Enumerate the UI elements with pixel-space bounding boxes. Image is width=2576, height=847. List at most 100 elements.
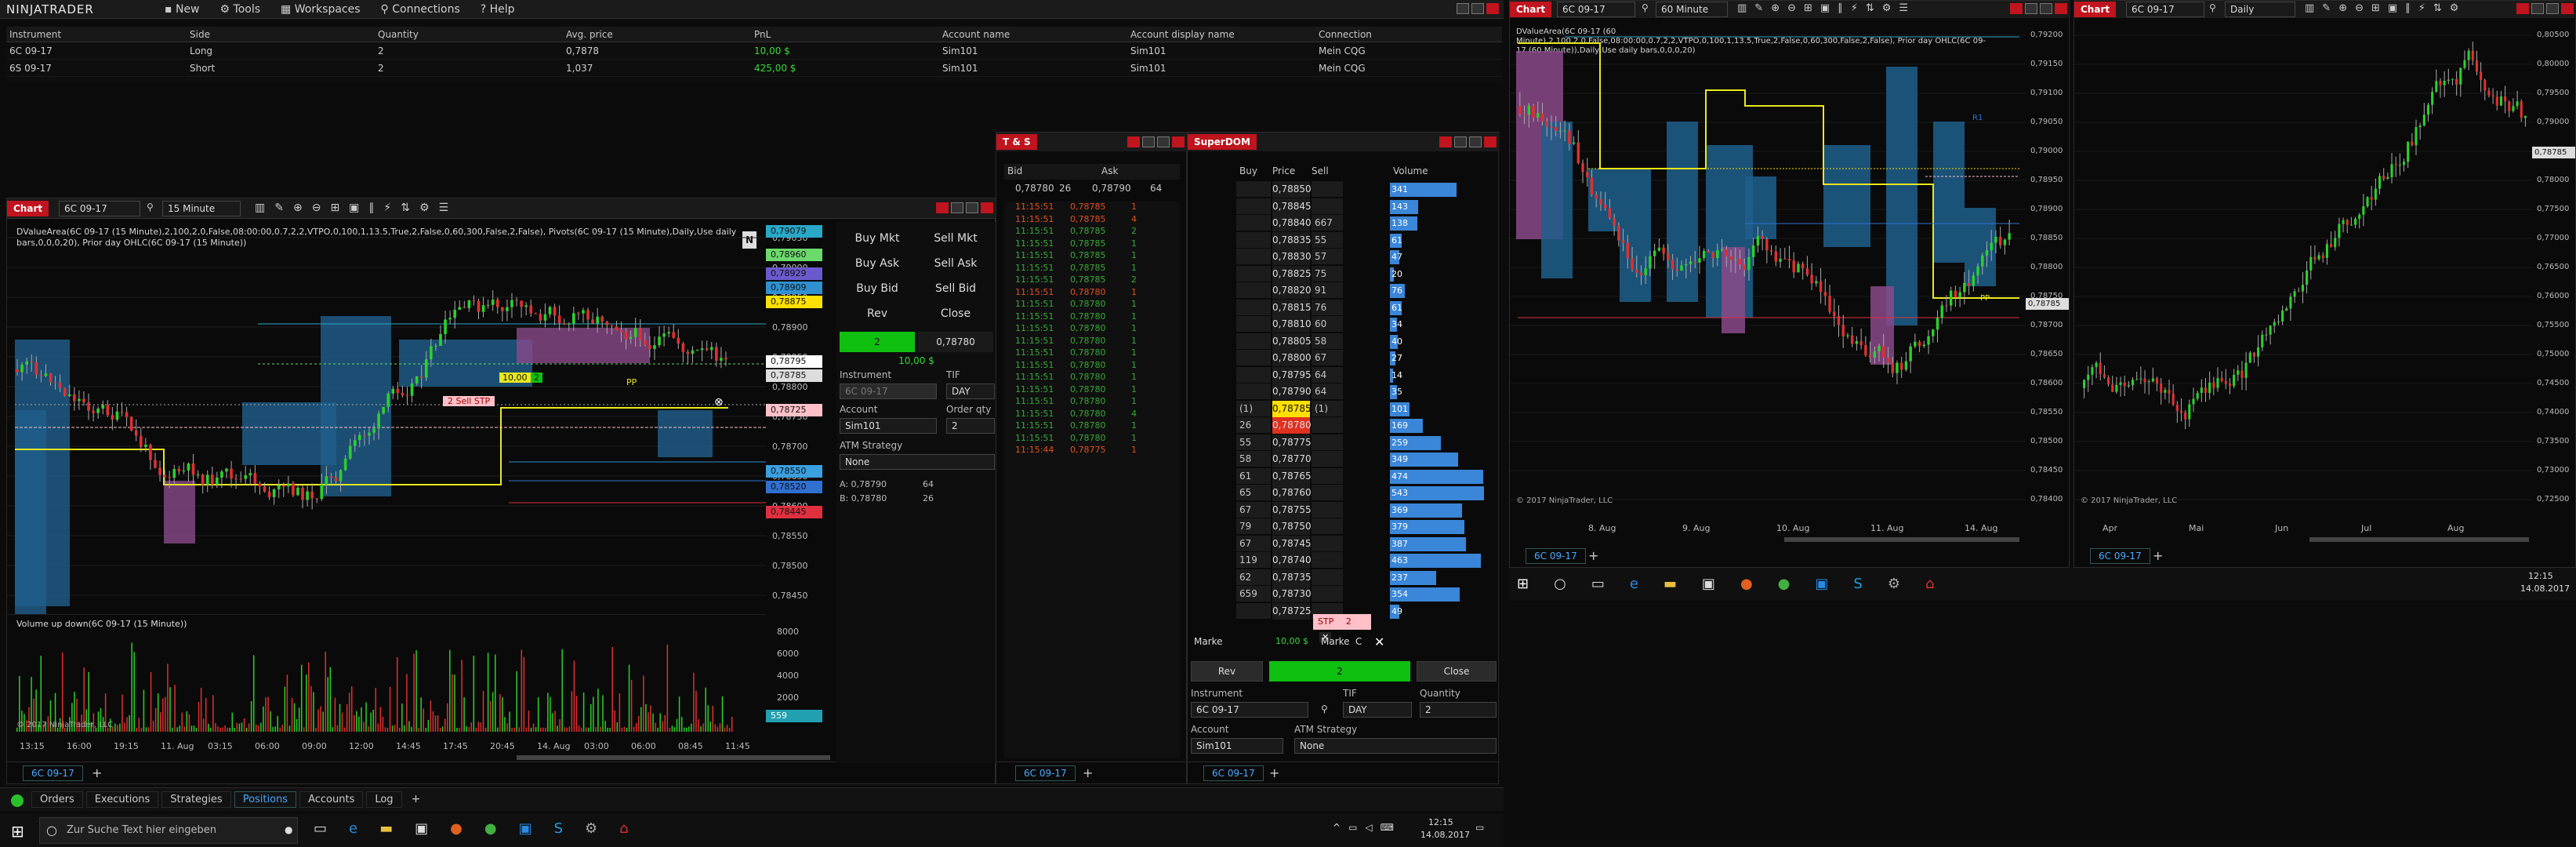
indicators-icon[interactable]: ∥ [2405,2,2411,14]
dom-sell-cell[interactable]: 55 [1312,231,1343,249]
tab-positions[interactable]: Positions [234,791,297,808]
close-icon[interactable] [981,202,993,213]
dom-buy-cell[interactable] [1236,265,1271,282]
maximize-icon[interactable] [1127,136,1140,147]
maximize-icon[interactable] [1439,136,1452,147]
tab-orders[interactable]: Orders [31,791,83,808]
skype-icon[interactable]: S [554,820,563,837]
add-tab-icon[interactable]: + [2153,548,2163,563]
dom-buy-cell[interactable]: 62 [1236,569,1271,586]
dom-buy-cell[interactable] [1236,231,1271,249]
account-select[interactable]: Sim101 [840,418,937,434]
restore-icon[interactable] [1469,136,1482,147]
bar-type-icon[interactable]: ▥ [255,202,265,214]
dom-buy-cell[interactable]: 79 [1236,518,1271,535]
restore-icon[interactable] [2546,3,2559,14]
table-row[interactable]: 6C 09-17 Long 2 0,7878 10,00 $ Sim101 Sim101 Me… [6,42,1502,60]
tab-accounts[interactable]: Accounts [299,791,364,808]
task-view-icon[interactable]: ▭ [314,820,327,837]
maximize-icon[interactable] [2516,3,2529,14]
dom-sell-cell[interactable]: 57 [1312,249,1343,265]
list-icon[interactable]: ☰ [1899,2,1908,14]
restore-icon[interactable] [1157,136,1170,147]
edge-icon[interactable]: e [349,820,357,837]
zoom-in-icon[interactable]: ⊕ [2338,2,2347,14]
dom-sell-cell[interactable] [1312,198,1343,215]
tif-select[interactable]: DAY [946,384,995,399]
dom-sell-cell[interactable] [1312,535,1343,552]
network-app-icon[interactable]: ⚙ [1888,576,1900,592]
dom-buy-cell[interactable] [1236,249,1271,265]
dom-sell-cell[interactable]: 667 [1312,215,1343,231]
zoom-out-icon[interactable]: ⊖ [312,202,321,214]
sell-ask-button[interactable]: Sell Ask [918,253,993,275]
dom-buy-cell[interactable] [1236,333,1271,350]
instrument-selector[interactable]: 6C 09-17 [59,201,140,216]
dom-sell-cell[interactable] [1312,434,1343,451]
menu-connections[interactable]: ⚲ Connections [381,3,460,16]
snapshot-icon[interactable]: ▣ [1820,2,1830,14]
close-all-icon[interactable]: ✕ [1374,634,1384,649]
dom-account-select[interactable]: Sim101 [1191,738,1283,754]
dom-sell-cell[interactable]: 67 [1312,350,1343,366]
tray-arrow-icon[interactable]: ^ [1333,822,1341,833]
search-icon[interactable]: ⚲ [1642,2,1649,13]
dom-buy-cell[interactable]: 61 [1236,467,1271,485]
network-app-icon[interactable]: ⚙ [585,820,597,837]
minimize-icon[interactable] [1142,136,1155,147]
dom-sell-cell[interactable] [1312,501,1343,518]
maximize-icon[interactable] [936,202,949,213]
column-header[interactable]: PnL [751,27,939,42]
store-icon[interactable]: ▣ [1702,576,1715,592]
dom-sell-cell[interactable] [1312,569,1343,586]
column-header[interactable]: Quantity [375,27,563,42]
interval-selector[interactable]: 15 Minute [162,201,241,216]
interval-selector[interactable]: 60 Minute [1656,2,1728,17]
task-view-icon[interactable]: ▭ [1591,576,1605,592]
interval-selector[interactable]: Daily [2225,2,2295,17]
column-header[interactable]: Connection [1315,27,1502,42]
ninjatrader-icon[interactable]: ⌂ [1925,576,1934,592]
zoom-out-icon[interactable]: ⊖ [2355,2,2364,14]
instrument-tab[interactable]: 6C 09-17 [1203,765,1264,781]
start-icon[interactable]: ⊞ [1517,576,1529,592]
close-icon[interactable] [1484,136,1497,147]
search-icon[interactable]: ⚲ [1321,703,1328,714]
buy-market-button[interactable]: Buy Mkt [840,228,915,250]
chart-trader-icon[interactable]: ⇅ [401,202,410,214]
snapshot-icon[interactable]: ▣ [349,202,359,214]
column-header[interactable]: Account display name [1127,27,1315,42]
restore-icon[interactable] [966,202,978,213]
instrument-tab[interactable]: 6C 09-17 [2090,548,2150,564]
add-tab-icon[interactable]: + [405,791,427,808]
close-icon[interactable] [2055,3,2067,14]
cancel-order-icon[interactable]: ⊗ [714,396,724,409]
dom-buy-cell[interactable] [1236,181,1271,198]
dom-buy-cell[interactable] [1236,198,1271,215]
chart-tab[interactable]: Chart [1510,2,1552,17]
tab-log[interactable]: Log [366,791,402,808]
explorer-icon[interactable]: ▬ [1664,576,1677,592]
firefox-icon[interactable]: ● [1740,576,1753,592]
sell-bid-button[interactable]: Sell Bid [918,278,993,300]
dom-buy-cell[interactable]: 119 [1236,552,1271,569]
dom-close-button[interactable]: Close [1417,661,1497,682]
dom-sell-cell[interactable]: 64 [1312,384,1343,400]
dom-buy-cell[interactable]: 26 [1236,417,1271,434]
minimize-icon[interactable] [2025,3,2037,14]
close-icon[interactable] [2561,3,2574,14]
instrument-tab[interactable]: 6C 09-17 [1526,548,1586,564]
crosshair-icon[interactable]: ⊞ [2371,2,2380,14]
keyboard-icon[interactable]: ⌨ [1381,822,1394,833]
column-header[interactable]: Account name [939,27,1127,42]
close-position-button[interactable]: Close [918,304,993,325]
dom-buy-cell[interactable] [1236,350,1271,366]
instrument-selector[interactable]: 6C 09-17 [1557,2,1635,17]
tab-strategies[interactable]: Strategies [161,791,231,808]
chrome-icon[interactable]: ● [1778,576,1791,592]
column-header[interactable]: Side [187,27,375,42]
dom-sell-cell[interactable] [1312,451,1343,467]
dom-qty-stepper[interactable]: 2 [1420,702,1497,718]
dom-sell-cell[interactable]: 75 [1312,265,1343,282]
menu-workspaces[interactable]: ▦ Workspaces [281,3,361,16]
